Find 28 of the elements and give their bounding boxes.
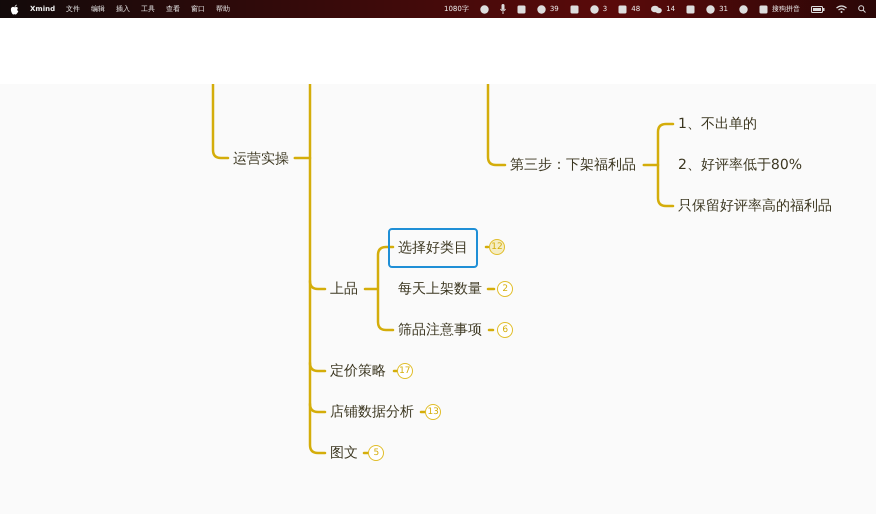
topic-label[interactable]: 选择好类目	[388, 228, 478, 268]
chat-icon[interactable]	[651, 4, 662, 14]
status-icon[interactable]	[480, 4, 489, 14]
microphone-icon[interactable]	[500, 4, 506, 14]
battery-icon[interactable]	[811, 6, 825, 12]
status-icon[interactable]	[590, 4, 599, 14]
status-icon[interactable]	[536, 4, 546, 14]
topic-label[interactable]: 店铺数据分析	[330, 402, 414, 422]
topic-label[interactable]: 定价策略	[330, 361, 386, 381]
status-icon[interactable]	[739, 4, 748, 14]
status-icon[interactable]	[516, 4, 526, 14]
topic-label[interactable]: 1、不出单的	[678, 114, 757, 134]
topic-label[interactable]: 2、好评率低于80%	[678, 155, 802, 175]
topic-label[interactable]: 第三步：下架福利品	[510, 155, 636, 175]
topic-label[interactable]: 上品	[330, 279, 358, 299]
topic-label[interactable]: 图文	[330, 443, 358, 463]
topic-label[interactable]: 只保留好评率高的福利品	[678, 196, 832, 216]
status-icon[interactable]	[706, 4, 716, 14]
status-icon[interactable]	[570, 4, 579, 14]
apple-icon[interactable]	[10, 4, 19, 14]
wifi-icon[interactable]	[836, 5, 847, 13]
search-icon[interactable]	[858, 5, 866, 13]
topic-label[interactable]: 筛品注意事项	[398, 320, 482, 340]
status-icon[interactable]	[759, 4, 768, 14]
topic-label[interactable]: 运营实操	[233, 149, 289, 169]
status-icon[interactable]	[618, 4, 628, 14]
status-icon[interactable]	[686, 4, 696, 14]
topic-label[interactable]: 每天上架数量	[398, 279, 482, 299]
